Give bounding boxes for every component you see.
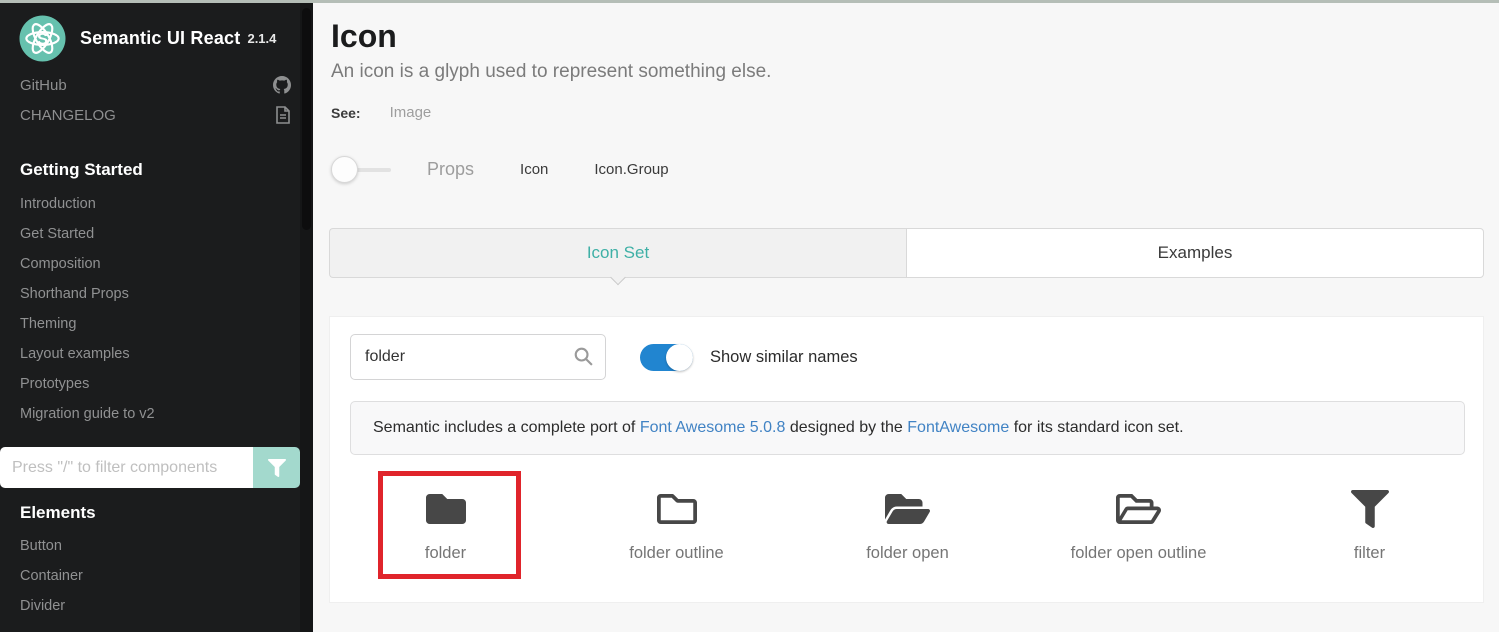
brand-version: 2.1.4 xyxy=(247,31,276,46)
github-icon xyxy=(273,76,291,94)
changelog-link-label: CHANGELOG xyxy=(20,107,116,124)
show-similar-label: Show similar names xyxy=(710,348,858,367)
see-link-image[interactable]: Image xyxy=(390,104,432,121)
props-item-icon[interactable]: Icon xyxy=(520,161,548,178)
tab-icon-set[interactable]: Icon Set xyxy=(329,228,906,278)
icon-cell-folder[interactable]: folder xyxy=(330,467,561,563)
main-content: Icon An icon is a glyph used to represen… xyxy=(313,0,1499,632)
message-text-suffix: for its standard icon set. xyxy=(1009,419,1183,436)
sidebar-item-divider[interactable]: Divider xyxy=(20,598,65,614)
props-label[interactable]: Props xyxy=(427,159,474,180)
section-title-elements: Elements xyxy=(20,503,96,523)
sidebar-link-changelog[interactable]: CHANGELOG xyxy=(20,106,291,124)
see-label: See: xyxy=(331,105,361,121)
font-awesome-version-link[interactable]: Font Awesome 5.0.8 xyxy=(640,419,786,436)
tab-bar: Icon Set Examples xyxy=(329,228,1484,278)
icon-results-grid: folder folder outline folder open xyxy=(330,467,1485,563)
component-filter xyxy=(0,447,300,488)
icon-cell-label: folder xyxy=(425,544,466,563)
message-text-prefix: Semantic includes a complete port of xyxy=(373,419,640,436)
sidebar-item-prototypes[interactable]: Prototypes xyxy=(20,376,89,392)
sidebar-item-migration-guide[interactable]: Migration guide to v2 xyxy=(20,406,155,422)
svg-text:S: S xyxy=(37,29,48,48)
icon-search-input[interactable] xyxy=(350,334,606,380)
icon-cell-label: folder outline xyxy=(629,544,723,563)
tab-icon-set-label: Icon Set xyxy=(587,243,649,263)
filter-solid-icon xyxy=(1351,490,1389,528)
icon-search-row: Show similar names xyxy=(350,334,858,380)
font-awesome-message: Semantic includes a complete port of Fon… xyxy=(350,401,1465,455)
active-tab-notch xyxy=(610,270,626,286)
sidebar-link-github[interactable]: GitHub xyxy=(20,76,291,94)
icon-cell-folder-open[interactable]: folder open xyxy=(792,467,1023,563)
sidebar-item-theming[interactable]: Theming xyxy=(20,316,76,332)
filter-icon xyxy=(268,459,286,477)
component-filter-input[interactable] xyxy=(0,447,253,488)
brand[interactable]: S Semantic UI React 2.1.4 xyxy=(19,15,276,62)
icon-cell-label: folder open outline xyxy=(1071,544,1207,563)
folder-open-outline-icon xyxy=(1116,489,1161,529)
tab-examples[interactable]: Examples xyxy=(906,228,1484,278)
app-window: S Semantic UI React 2.1.4 GitHub CHANGEL… xyxy=(0,0,1499,632)
file-icon xyxy=(275,106,291,124)
folder-icon xyxy=(426,489,466,529)
brand-title: Semantic UI React xyxy=(80,28,240,49)
page-title: Icon xyxy=(331,18,397,55)
message-text-middle: designed by the xyxy=(785,419,907,436)
icon-cell-label: filter xyxy=(1354,544,1385,563)
icon-cell-filter[interactable]: filter xyxy=(1254,467,1485,563)
props-bar: Props Icon Icon.Group xyxy=(331,152,669,186)
icon-search xyxy=(350,334,606,380)
section-title-getting-started: Getting Started xyxy=(20,160,143,180)
icon-cell-label: folder open xyxy=(866,544,949,563)
props-toggle-knob xyxy=(331,156,358,183)
sidebar-item-composition[interactable]: Composition xyxy=(20,256,101,272)
sidebar-item-get-started[interactable]: Get Started xyxy=(20,226,94,242)
icon-cell-folder-outline[interactable]: folder outline xyxy=(561,467,792,563)
search-icon xyxy=(573,346,594,367)
show-similar-toggle[interactable] xyxy=(640,344,693,371)
sidebar-item-layout-examples[interactable]: Layout examples xyxy=(20,346,130,362)
icon-cell-folder-open-outline[interactable]: folder open outline xyxy=(1023,467,1254,563)
icon-set-panel: Show similar names Semantic includes a c… xyxy=(329,316,1484,603)
sidebar-item-button[interactable]: Button xyxy=(20,538,62,554)
tab-examples-label: Examples xyxy=(1158,243,1233,263)
folder-outline-icon xyxy=(657,489,697,529)
semantic-ui-logo-icon: S xyxy=(19,15,66,62)
component-filter-button[interactable] xyxy=(253,447,300,488)
props-toggle[interactable] xyxy=(331,156,393,183)
sidebar-scrollbar-thumb[interactable] xyxy=(302,8,311,230)
github-link-label: GitHub xyxy=(20,77,67,94)
show-similar-toggle-knob xyxy=(666,344,693,371)
font-awesome-link[interactable]: FontAwesome xyxy=(907,419,1009,436)
props-item-icon-group[interactable]: Icon.Group xyxy=(594,161,668,178)
sidebar-item-container[interactable]: Container xyxy=(20,568,83,584)
sidebar-item-shorthand-props[interactable]: Shorthand Props xyxy=(20,286,129,302)
folder-open-icon xyxy=(885,489,930,529)
top-edge-strip xyxy=(0,0,1499,3)
page-subtitle: An icon is a glyph used to represent som… xyxy=(331,61,771,83)
sidebar-item-introduction[interactable]: Introduction xyxy=(20,196,96,212)
see-also-row: See: Image xyxy=(331,104,431,121)
sidebar: S Semantic UI React 2.1.4 GitHub CHANGEL… xyxy=(0,0,313,632)
